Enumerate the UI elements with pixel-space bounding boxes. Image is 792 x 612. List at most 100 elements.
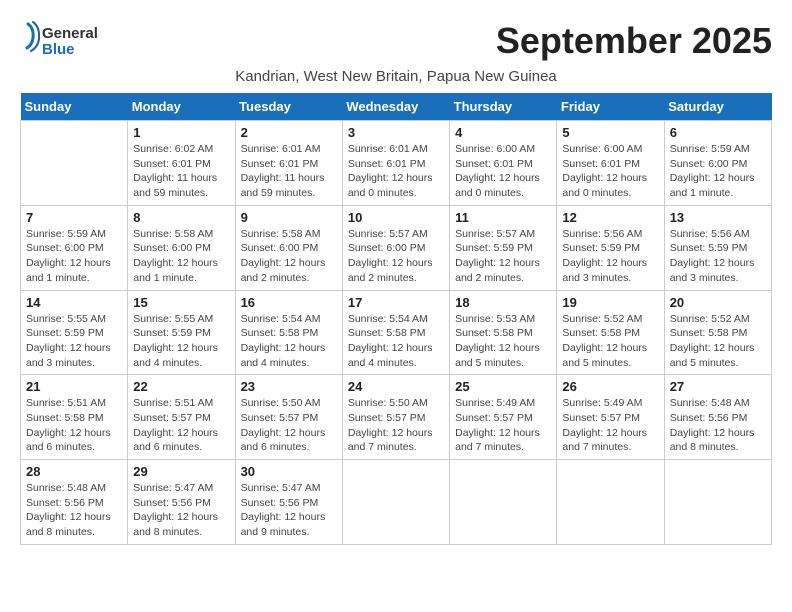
day-info: Sunrise: 5:49 AMSunset: 5:57 PMDaylight:… <box>455 396 551 455</box>
day-number: 21 <box>26 379 122 394</box>
calendar-cell: 1 Sunrise: 6:02 AMSunset: 6:01 PMDayligh… <box>128 121 235 206</box>
day-number: 7 <box>26 210 122 225</box>
calendar-day-header: Saturday <box>664 93 771 121</box>
calendar-cell <box>557 460 664 545</box>
day-number: 11 <box>455 210 551 225</box>
day-number: 16 <box>241 295 337 310</box>
day-number: 30 <box>241 464 337 479</box>
calendar-day-header: Tuesday <box>235 93 342 121</box>
svg-text:General: General <box>42 25 98 42</box>
calendar-day-header: Friday <box>557 93 664 121</box>
day-number: 22 <box>133 379 229 394</box>
day-info: Sunrise: 5:57 AMSunset: 6:00 PMDaylight:… <box>348 227 444 286</box>
calendar-day-header: Monday <box>128 93 235 121</box>
calendar-cell: 23 Sunrise: 5:50 AMSunset: 5:57 PMDaylig… <box>235 375 342 460</box>
calendar-cell: 8 Sunrise: 5:58 AMSunset: 6:00 PMDayligh… <box>128 205 235 290</box>
calendar-cell: 12 Sunrise: 5:56 AMSunset: 5:59 PMDaylig… <box>557 205 664 290</box>
day-number: 6 <box>670 125 766 140</box>
calendar-cell: 26 Sunrise: 5:49 AMSunset: 5:57 PMDaylig… <box>557 375 664 460</box>
day-number: 8 <box>133 210 229 225</box>
day-number: 5 <box>562 125 658 140</box>
day-info: Sunrise: 5:50 AMSunset: 5:57 PMDaylight:… <box>241 396 337 455</box>
calendar-cell: 27 Sunrise: 5:48 AMSunset: 5:56 PMDaylig… <box>664 375 771 460</box>
day-number: 10 <box>348 210 444 225</box>
calendar-day-header: Sunday <box>21 93 128 121</box>
calendar-cell: 5 Sunrise: 6:00 AMSunset: 6:01 PMDayligh… <box>557 121 664 206</box>
day-number: 9 <box>241 210 337 225</box>
day-info: Sunrise: 5:48 AMSunset: 5:56 PMDaylight:… <box>26 481 122 540</box>
calendar-day-header: Wednesday <box>342 93 449 121</box>
calendar-week-row: 28 Sunrise: 5:48 AMSunset: 5:56 PMDaylig… <box>21 460 772 545</box>
calendar-cell: 28 Sunrise: 5:48 AMSunset: 5:56 PMDaylig… <box>21 460 128 545</box>
calendar-cell: 25 Sunrise: 5:49 AMSunset: 5:57 PMDaylig… <box>450 375 557 460</box>
day-info: Sunrise: 5:54 AMSunset: 5:58 PMDaylight:… <box>348 312 444 371</box>
day-info: Sunrise: 5:51 AMSunset: 5:57 PMDaylight:… <box>133 396 229 455</box>
calendar-cell <box>450 460 557 545</box>
title-section: September 2025 <box>496 20 772 62</box>
calendar-cell: 13 Sunrise: 5:56 AMSunset: 5:59 PMDaylig… <box>664 205 771 290</box>
day-info: Sunrise: 5:49 AMSunset: 5:57 PMDaylight:… <box>562 396 658 455</box>
day-info: Sunrise: 6:00 AMSunset: 6:01 PMDaylight:… <box>562 142 658 201</box>
calendar-cell: 15 Sunrise: 5:55 AMSunset: 5:59 PMDaylig… <box>128 290 235 375</box>
day-number: 29 <box>133 464 229 479</box>
day-number: 23 <box>241 379 337 394</box>
logo-svg: General Blue <box>20 20 110 62</box>
day-number: 12 <box>562 210 658 225</box>
calendar-table: SundayMondayTuesdayWednesdayThursdayFrid… <box>20 93 772 545</box>
day-info: Sunrise: 5:58 AMSunset: 6:00 PMDaylight:… <box>241 227 337 286</box>
calendar-cell <box>21 121 128 206</box>
calendar-cell: 20 Sunrise: 5:52 AMSunset: 5:58 PMDaylig… <box>664 290 771 375</box>
day-info: Sunrise: 5:47 AMSunset: 5:56 PMDaylight:… <box>133 481 229 540</box>
calendar-cell: 21 Sunrise: 5:51 AMSunset: 5:58 PMDaylig… <box>21 375 128 460</box>
day-info: Sunrise: 5:55 AMSunset: 5:59 PMDaylight:… <box>26 312 122 371</box>
day-info: Sunrise: 6:02 AMSunset: 6:01 PMDaylight:… <box>133 142 229 201</box>
calendar-cell: 16 Sunrise: 5:54 AMSunset: 5:58 PMDaylig… <box>235 290 342 375</box>
location-subtitle: Kandrian, West New Britain, Papua New Gu… <box>20 68 772 85</box>
calendar-cell <box>342 460 449 545</box>
calendar-cell: 17 Sunrise: 5:54 AMSunset: 5:58 PMDaylig… <box>342 290 449 375</box>
calendar-week-row: 14 Sunrise: 5:55 AMSunset: 5:59 PMDaylig… <box>21 290 772 375</box>
day-number: 15 <box>133 295 229 310</box>
page-header: General Blue September 2025 <box>20 20 772 62</box>
day-info: Sunrise: 5:53 AMSunset: 5:58 PMDaylight:… <box>455 312 551 371</box>
calendar-header-row: SundayMondayTuesdayWednesdayThursdayFrid… <box>21 93 772 121</box>
svg-text:Blue: Blue <box>42 41 75 58</box>
calendar-cell: 2 Sunrise: 6:01 AMSunset: 6:01 PMDayligh… <box>235 121 342 206</box>
calendar-cell: 7 Sunrise: 5:59 AMSunset: 6:00 PMDayligh… <box>21 205 128 290</box>
calendar-cell: 6 Sunrise: 5:59 AMSunset: 6:00 PMDayligh… <box>664 121 771 206</box>
calendar-cell: 14 Sunrise: 5:55 AMSunset: 5:59 PMDaylig… <box>21 290 128 375</box>
calendar-cell <box>664 460 771 545</box>
calendar-cell: 19 Sunrise: 5:52 AMSunset: 5:58 PMDaylig… <box>557 290 664 375</box>
calendar-cell: 9 Sunrise: 5:58 AMSunset: 6:00 PMDayligh… <box>235 205 342 290</box>
day-number: 17 <box>348 295 444 310</box>
calendar-cell: 22 Sunrise: 5:51 AMSunset: 5:57 PMDaylig… <box>128 375 235 460</box>
day-info: Sunrise: 5:52 AMSunset: 5:58 PMDaylight:… <box>562 312 658 371</box>
calendar-cell: 30 Sunrise: 5:47 AMSunset: 5:56 PMDaylig… <box>235 460 342 545</box>
calendar-week-row: 1 Sunrise: 6:02 AMSunset: 6:01 PMDayligh… <box>21 121 772 206</box>
logo: General Blue <box>20 20 110 62</box>
day-info: Sunrise: 6:01 AMSunset: 6:01 PMDaylight:… <box>241 142 337 201</box>
day-number: 25 <box>455 379 551 394</box>
day-number: 27 <box>670 379 766 394</box>
day-info: Sunrise: 5:59 AMSunset: 6:00 PMDaylight:… <box>26 227 122 286</box>
day-number: 13 <box>670 210 766 225</box>
day-info: Sunrise: 5:57 AMSunset: 5:59 PMDaylight:… <box>455 227 551 286</box>
day-number: 4 <box>455 125 551 140</box>
day-number: 19 <box>562 295 658 310</box>
day-number: 18 <box>455 295 551 310</box>
day-number: 1 <box>133 125 229 140</box>
day-number: 2 <box>241 125 337 140</box>
calendar-week-row: 21 Sunrise: 5:51 AMSunset: 5:58 PMDaylig… <box>21 375 772 460</box>
day-number: 28 <box>26 464 122 479</box>
day-number: 20 <box>670 295 766 310</box>
day-info: Sunrise: 5:54 AMSunset: 5:58 PMDaylight:… <box>241 312 337 371</box>
day-info: Sunrise: 5:47 AMSunset: 5:56 PMDaylight:… <box>241 481 337 540</box>
day-info: Sunrise: 6:00 AMSunset: 6:01 PMDaylight:… <box>455 142 551 201</box>
day-info: Sunrise: 5:48 AMSunset: 5:56 PMDaylight:… <box>670 396 766 455</box>
calendar-day-header: Thursday <box>450 93 557 121</box>
day-info: Sunrise: 5:55 AMSunset: 5:59 PMDaylight:… <box>133 312 229 371</box>
day-info: Sunrise: 5:59 AMSunset: 6:00 PMDaylight:… <box>670 142 766 201</box>
calendar-cell: 3 Sunrise: 6:01 AMSunset: 6:01 PMDayligh… <box>342 121 449 206</box>
day-info: Sunrise: 5:56 AMSunset: 5:59 PMDaylight:… <box>670 227 766 286</box>
month-title: September 2025 <box>496 20 772 62</box>
